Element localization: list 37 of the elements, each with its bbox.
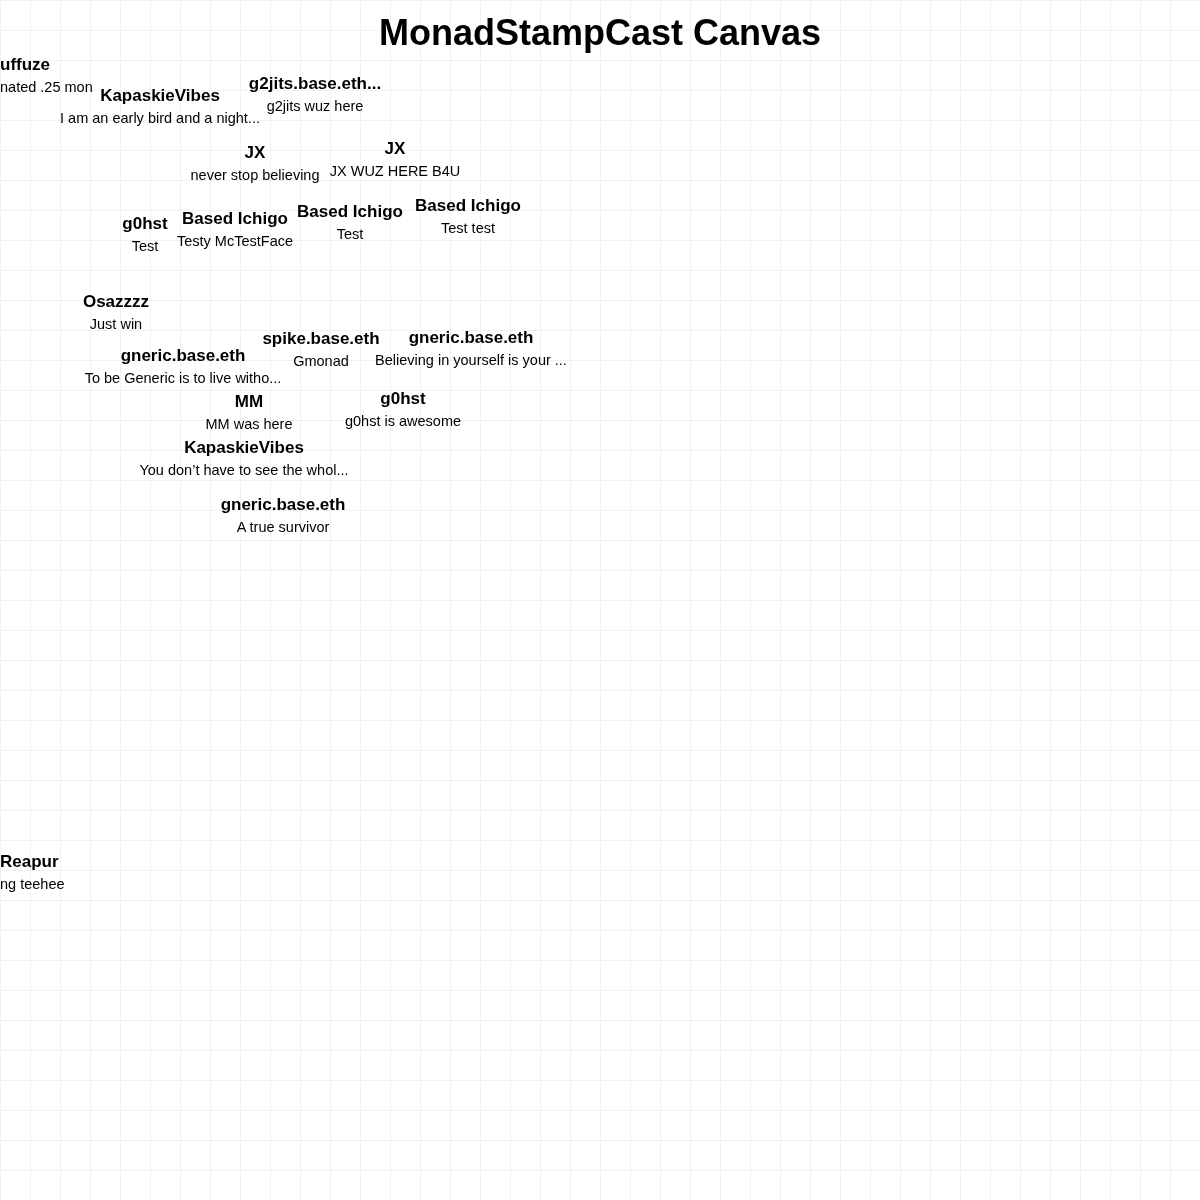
stamp-name: spike.base.eth [262, 329, 380, 349]
stamp-name: Based Ichigo [297, 202, 403, 222]
stamp-name: KapaskieVibes [100, 86, 220, 106]
stamp-message: g2jits wuz here [266, 98, 364, 115]
stamp-name: gneric.base.eth [120, 346, 246, 366]
stamp-message: You don’t have to see the whol... [139, 462, 349, 479]
stamp-message: I am an early bird and a night... [60, 110, 260, 127]
stamp-message: ng teehee [0, 876, 65, 893]
stamp-name: gneric.base.eth [408, 328, 534, 348]
stamp-message: A true survivor [236, 519, 330, 536]
stamp-name: Osazzzz [82, 292, 150, 312]
stamp-message: never stop believing [190, 167, 320, 184]
stamp-name: Based Ichigo [415, 196, 521, 216]
stamp-name: g2jits.base.eth... [248, 74, 382, 94]
stamp-message: Just win [89, 316, 143, 333]
stamp-name: JX [244, 143, 266, 163]
stamp-name: g0hst [380, 389, 426, 409]
stamp-name: MM [234, 392, 264, 412]
stamp-message: To be Generic is to live witho... [84, 370, 282, 387]
stamp-name: KapaskieVibes [184, 438, 304, 458]
stamp-message: MM was here [205, 416, 293, 433]
stamp-name: gneric.base.eth [220, 495, 346, 515]
stamp-name: Based Ichigo [182, 209, 288, 229]
stamp-name: g0hst [122, 214, 168, 234]
stamp-name: JX [384, 139, 406, 159]
stamp-message: Test test [441, 220, 495, 237]
stamp-message: Gmonad [293, 353, 349, 370]
stamp-message: g0hst is awesome [344, 413, 462, 430]
stamp-message: Testy McTestFace [177, 233, 293, 250]
stamp-message: Test [131, 238, 159, 255]
stamp-message: Test [336, 226, 364, 243]
stamp-message: JX WUZ HERE B4U [329, 163, 461, 180]
canvas-title: MonadStampCast Canvas [378, 11, 822, 54]
stamp-name: uffuze [0, 55, 51, 75]
stamp-message: nated .25 mon [0, 79, 93, 96]
stamp-message: Believing in yourself is your ... [375, 352, 567, 369]
stamp-name: Reapur [0, 852, 59, 872]
